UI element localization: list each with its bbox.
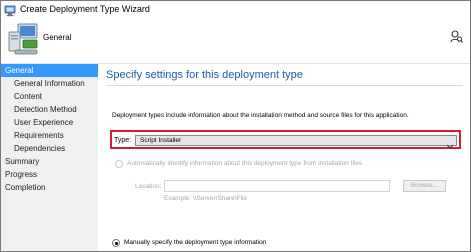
- user-search-icon: [450, 30, 463, 44]
- wizard-app-icon: [4, 4, 16, 17]
- wizard-header: General: [1, 19, 470, 64]
- radio-selected-dot: [114, 241, 118, 245]
- auto-identify-label: Automatically identify information about…: [127, 160, 363, 167]
- location-label: Location:: [135, 183, 162, 190]
- sidebar-item-dependencies[interactable]: Dependencies: [1, 142, 98, 155]
- sidebar-item-user-experience[interactable]: User Experience: [1, 116, 98, 129]
- title-divider: [106, 85, 463, 86]
- wizard-window: Create Deployment Type Wizard General Ge…: [0, 0, 471, 252]
- location-input[interactable]: [164, 180, 390, 192]
- sidebar-item-general-information[interactable]: General Information: [1, 77, 98, 90]
- type-dropdown-value: Script Installer: [140, 137, 182, 144]
- auto-identify-radio[interactable]: [115, 160, 123, 168]
- manual-specify-label: Manually specify the deployment type inf…: [124, 239, 267, 246]
- title-bar: Create Deployment Type Wizard: [1, 1, 470, 19]
- header-page-title: General: [43, 33, 72, 42]
- browse-button[interactable]: Browse...: [403, 180, 446, 192]
- description-text: Deployment types include information abo…: [112, 112, 409, 119]
- computer-icon: [7, 22, 39, 56]
- type-label: Type:: [114, 137, 132, 144]
- wizard-sidebar: General General Information Content Dete…: [1, 64, 98, 251]
- sidebar-item-general[interactable]: General: [1, 64, 98, 77]
- sidebar-item-summary[interactable]: Summary: [1, 155, 98, 168]
- content-panel: Specify settings for this deployment typ…: [98, 64, 470, 251]
- sidebar-item-completion[interactable]: Completion: [1, 181, 98, 194]
- window-title: Create Deployment Type Wizard: [20, 4, 150, 14]
- sidebar-item-content[interactable]: Content: [1, 90, 98, 103]
- location-example-text: Example: \\Server\Share\File: [164, 195, 248, 202]
- chevron-down-icon: [446, 137, 454, 149]
- sidebar-item-progress[interactable]: Progress: [1, 168, 98, 181]
- sidebar-item-detection-method[interactable]: Detection Method: [1, 103, 98, 116]
- sidebar-item-requirements[interactable]: Requirements: [1, 129, 98, 142]
- content-title: Specify settings for this deployment typ…: [106, 69, 303, 81]
- manual-specify-radio[interactable]: [112, 239, 120, 247]
- type-dropdown[interactable]: Script Installer: [135, 135, 457, 149]
